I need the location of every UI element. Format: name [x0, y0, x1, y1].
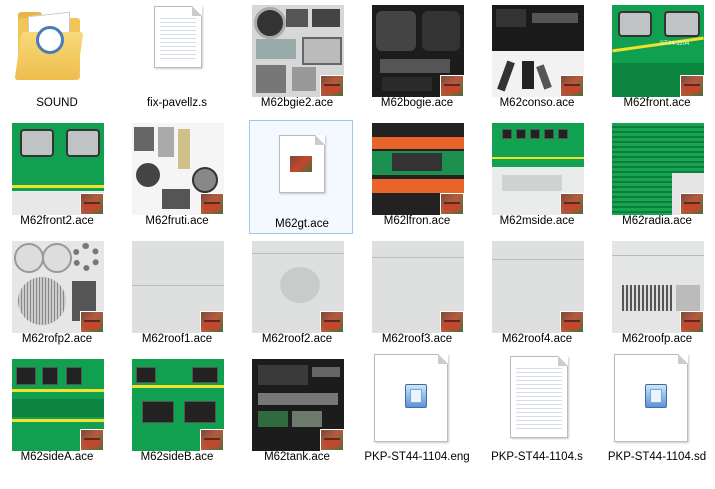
- file-name: M62front.ace: [623, 97, 691, 109]
- texture-thumbnail: [612, 123, 704, 215]
- file-item-m62roof2[interactable]: M62roof2.ace: [240, 236, 354, 350]
- texture-thumbnail: [132, 123, 224, 215]
- locomotive-badge-icon: [320, 75, 344, 97]
- file-item-m62front2[interactable]: M62front2.ace: [0, 118, 114, 232]
- file-grid: SOUND fix-pavellz.s M62bgie2.ace M62bogi…: [0, 0, 715, 489]
- front-plate-text: ST44-1104: [660, 41, 690, 47]
- file-item-m62lfron[interactable]: M62lfron.ace: [360, 118, 474, 232]
- file-item-m62mside[interactable]: M62mside.ace: [480, 118, 594, 232]
- file-name: fix-pavellz.s: [146, 97, 208, 109]
- file-item-m62tank[interactable]: M62tank.ace: [240, 354, 354, 468]
- texture-thumbnail: [12, 241, 104, 333]
- file-name: M62bgie2.ace: [260, 97, 334, 109]
- locomotive-badge-icon: [680, 193, 704, 215]
- file-item-m62roofp[interactable]: M62roofp.ace: [600, 236, 714, 350]
- locomotive-badge-icon: [80, 311, 104, 333]
- file-name: M62conso.ace: [499, 97, 575, 109]
- folder-icon: [14, 10, 84, 80]
- file-name: M62roof1.ace: [141, 333, 213, 345]
- file-name: PKP-ST44-1104.s: [491, 451, 583, 463]
- locomotive-badge-icon: [80, 429, 104, 451]
- file-name: M62roofp.ace: [621, 333, 693, 345]
- file-item-m62fruti[interactable]: M62fruti.ace: [120, 118, 234, 232]
- texture-thumbnail: [12, 123, 104, 215]
- locomotive-badge-icon: [200, 311, 224, 333]
- file-name: M62lfron.ace: [383, 215, 451, 227]
- texture-thumbnail: [12, 359, 104, 451]
- file-name: M62sideB.ace: [140, 451, 214, 463]
- document-icon: [279, 135, 325, 193]
- texture-thumbnail: [612, 241, 704, 333]
- file-item-pkp-sd[interactable]: PKP-ST44-1104.sd: [600, 354, 714, 468]
- file-item-m62gt[interactable]: M62gt.ace: [249, 120, 353, 234]
- locomotive-badge-icon: [320, 429, 344, 451]
- file-name: PKP-ST44-1104.sd: [607, 451, 707, 463]
- texture-thumbnail: [372, 5, 464, 97]
- document-icon: [154, 6, 202, 68]
- texture-thumbnail: ST44-1104: [612, 5, 704, 97]
- locomotive-badge-icon: [680, 75, 704, 97]
- file-name: M62radia.ace: [622, 215, 692, 227]
- locomotive-badge-icon: [560, 193, 584, 215]
- texture-thumbnail: [132, 241, 224, 333]
- file-item-m62roof4[interactable]: M62roof4.ace: [480, 236, 594, 350]
- document-icon: [510, 356, 568, 438]
- file-item-pkp-s[interactable]: PKP-ST44-1104.s: [480, 354, 594, 468]
- ace-file-icon: [405, 384, 427, 408]
- file-item-m62front[interactable]: ST44-1104 M62front.ace: [600, 0, 714, 114]
- texture-thumbnail: [252, 241, 344, 333]
- file-item-m62roof1[interactable]: M62roof1.ace: [120, 236, 234, 350]
- file-item-fix-pavellz[interactable]: fix-pavellz.s: [120, 0, 234, 114]
- locomotive-badge-icon: [680, 311, 704, 333]
- file-name: M62mside.ace: [499, 215, 575, 227]
- texture-thumbnail: [492, 5, 584, 97]
- file-item-m62sideb[interactable]: M62sideB.ace: [120, 354, 234, 468]
- file-item-m62sidea[interactable]: M62sideA.ace: [0, 354, 114, 468]
- file-name: M62bogie.ace: [380, 97, 454, 109]
- locomotive-badge-icon: [200, 429, 224, 451]
- locomotive-badge-icon: [440, 75, 464, 97]
- file-name: PKP-ST44-1104.eng: [364, 451, 470, 463]
- file-item-m62roof3[interactable]: M62roof3.ace: [360, 236, 474, 350]
- file-item-m62rofp2[interactable]: M62rofp2.ace: [0, 236, 114, 350]
- file-name: M62rofp2.ace: [21, 333, 93, 345]
- ace-file-icon: [645, 384, 667, 408]
- texture-thumbnail: [372, 123, 464, 215]
- locomotive-badge-icon: [290, 156, 312, 172]
- file-item-m62conso[interactable]: M62conso.ace: [480, 0, 594, 114]
- file-item-m62radia[interactable]: M62radia.ace: [600, 118, 714, 232]
- file-name: M62roof3.ace: [381, 333, 453, 345]
- file-name: SOUND: [36, 97, 78, 109]
- locomotive-badge-icon: [440, 193, 464, 215]
- locomotive-badge-icon: [80, 193, 104, 215]
- texture-thumbnail: [252, 5, 344, 97]
- texture-thumbnail: [132, 359, 224, 451]
- file-item-sound[interactable]: SOUND: [0, 0, 114, 114]
- texture-thumbnail: [372, 241, 464, 333]
- locomotive-badge-icon: [440, 311, 464, 333]
- file-item-pkp-eng[interactable]: PKP-ST44-1104.eng: [360, 354, 474, 468]
- file-name: M62tank.ace: [264, 451, 330, 463]
- file-name: M62sideA.ace: [20, 451, 94, 463]
- locomotive-badge-icon: [560, 311, 584, 333]
- locomotive-badge-icon: [200, 193, 224, 215]
- file-name: M62roof4.ace: [501, 333, 573, 345]
- locomotive-badge-icon: [560, 75, 584, 97]
- file-name: M62gt.ace: [275, 218, 329, 230]
- texture-thumbnail: [492, 123, 584, 215]
- locomotive-badge-icon: [320, 311, 344, 333]
- file-item-m62bogie[interactable]: M62bogie.ace: [360, 0, 474, 114]
- file-item-m62bgie2[interactable]: M62bgie2.ace: [240, 0, 354, 114]
- file-name: M62roof2.ace: [261, 333, 333, 345]
- file-name: M62fruti.ace: [145, 215, 209, 227]
- file-name: M62front2.ace: [20, 215, 94, 227]
- texture-thumbnail: [492, 241, 584, 333]
- texture-thumbnail: [252, 359, 344, 451]
